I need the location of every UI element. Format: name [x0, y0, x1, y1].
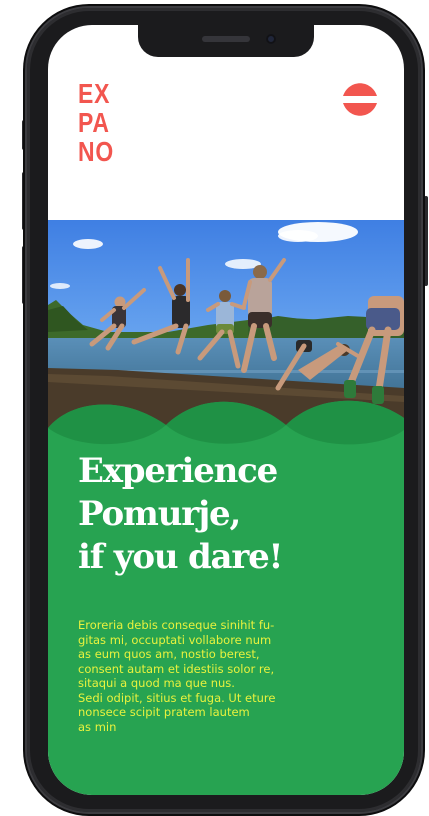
mute-switch	[22, 120, 26, 150]
title-line-3: if you dare!	[78, 537, 283, 577]
intro-paragraph: Eroreria debis conseque sinihit fu- gita…	[78, 618, 276, 734]
logo-line-2: PA	[78, 107, 110, 138]
logo-line-1: EX	[78, 78, 111, 109]
volume-up-button	[22, 172, 26, 230]
menu-icon	[343, 83, 377, 116]
front-camera	[266, 34, 276, 44]
menu-button[interactable]	[341, 79, 379, 121]
logo-line-3: NO	[78, 136, 115, 167]
phone-screen: EX PA NO Experience Pomurje, if you dare…	[48, 25, 404, 795]
speaker-grille	[202, 36, 250, 42]
brand-logo[interactable]: EX PA NO	[78, 79, 114, 166]
volume-down-button	[22, 246, 26, 304]
page-title: Experience Pomurje, if you dare!	[78, 450, 388, 579]
title-line-1: Experience	[78, 451, 278, 491]
notch	[138, 25, 314, 57]
power-button	[424, 196, 428, 286]
title-line-2: Pomurje,	[78, 494, 241, 534]
